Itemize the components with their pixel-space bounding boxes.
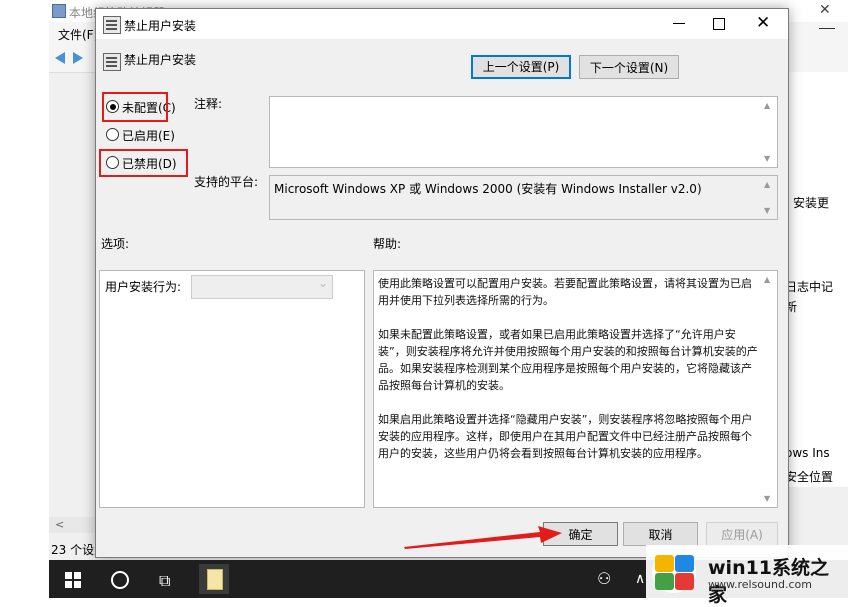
policy-setting-icon xyxy=(103,53,121,71)
help-paragraph: 使用此策略设置可以配置用户安装。若要配置此策略设置，请将其设置为已启用并使用下拉… xyxy=(378,277,752,307)
scroll-up-icon[interactable]: ▲ xyxy=(764,180,770,189)
watermark-url: www.relsound.com xyxy=(708,578,812,591)
back-arrow-icon[interactable] xyxy=(55,52,65,64)
gpedit-close-icon[interactable]: ✕ xyxy=(819,2,831,18)
cancel-button[interactable]: 取消 xyxy=(623,522,698,546)
help-panel: 使用此策略设置可以配置用户安装。若要配置此策略设置，请将其设置为已启用并使用下拉… xyxy=(373,270,778,508)
platform-value: Microsoft Windows XP 或 Windows 2000 (安装有… xyxy=(274,182,702,196)
comment-textarea[interactable]: ▲ ▼ xyxy=(269,96,778,168)
minimize-icon[interactable] xyxy=(673,23,685,24)
list-fragment: ows Ins xyxy=(785,446,830,460)
notepad-app-icon[interactable] xyxy=(199,564,229,594)
highlight-box-disabled xyxy=(99,149,188,177)
maximize-icon[interactable] xyxy=(713,18,725,30)
policy-dialog: 禁止用户安装 ✕ 禁止用户安装 上一个设置(P) 下一个设置(N) 未配置(C)… xyxy=(95,8,789,558)
scroll-up-icon[interactable]: ▲ xyxy=(764,275,770,284)
task-view-icon[interactable]: ⧉ xyxy=(159,571,170,591)
next-setting-button[interactable]: 下一个设置(N) xyxy=(579,55,679,79)
search-icon[interactable] xyxy=(111,571,129,589)
annotation-arrow xyxy=(404,526,562,549)
watermark: win11系统之家 www.relsound.com xyxy=(646,545,848,606)
list-fragment: 安装更 xyxy=(793,196,830,210)
help-paragraph: 如果未配置此策略设置，或者如果已启用此策略设置并选择了“允许用户安装”，则安装程… xyxy=(378,328,758,392)
platform-label: 支持的平台: xyxy=(194,175,259,189)
platform-field: Microsoft Windows XP 或 Windows 2000 (安装有… xyxy=(269,175,778,220)
policy-icon xyxy=(103,16,121,34)
people-icon[interactable]: ⚇ xyxy=(597,569,611,588)
help-label: 帮助: xyxy=(373,237,402,251)
previous-setting-button[interactable]: 上一个设置(P) xyxy=(471,55,571,79)
menu-file[interactable]: 文件(F) xyxy=(58,26,98,43)
scroll-up-icon[interactable]: ▲ xyxy=(764,101,770,110)
gpedit-settings-list: 安装更 日志中记 新 ows Ins 安全位置 xyxy=(784,72,848,487)
help-text: 使用此策略设置可以配置用户安装。若要配置此策略设置，请将其设置为已启用并使用下拉… xyxy=(378,275,762,479)
dialog-title: 禁止用户安装 xyxy=(124,19,197,33)
list-fragment: 日志中记 xyxy=(785,280,834,294)
comment-scrollbar[interactable]: ▲ ▼ xyxy=(760,97,777,167)
help-scrollbar[interactable]: ▲ ▼ xyxy=(760,271,777,507)
options-label: 选项: xyxy=(101,237,130,251)
radio-enabled[interactable] xyxy=(106,128,119,141)
policy-name: 禁止用户安装 xyxy=(124,53,197,67)
watermark-logo xyxy=(652,551,696,593)
platform-scrollbar[interactable]: ▲ ▼ xyxy=(760,176,777,219)
dialog-titlebar: 禁止用户安装 ✕ xyxy=(96,9,788,39)
scroll-left-icon[interactable]: < xyxy=(55,518,64,531)
highlight-box-not-configured xyxy=(102,92,168,122)
apply-button[interactable]: 应用(A) xyxy=(706,522,778,546)
list-fragment: 安全位置 xyxy=(785,470,834,484)
help-paragraph: 如果启用此策略设置并选择“隐藏用户安装”，则安装程序将忽略按照每个用户安装的应用… xyxy=(378,413,753,460)
scroll-down-icon[interactable]: ▼ xyxy=(764,154,770,163)
close-icon[interactable]: ✕ xyxy=(756,13,770,33)
scroll-down-icon[interactable]: ▼ xyxy=(764,206,770,215)
scroll-down-icon[interactable]: ▼ xyxy=(764,494,770,503)
gpedit-app-icon xyxy=(52,4,66,18)
install-behavior-dropdown[interactable] xyxy=(191,275,333,299)
windows-start-icon[interactable] xyxy=(65,572,81,588)
options-panel: 用户安装行为: xyxy=(99,270,365,508)
tray-chevron-up-icon[interactable]: ∧ xyxy=(635,571,645,587)
install-behavior-label: 用户安装行为: xyxy=(105,280,182,294)
forward-arrow-icon[interactable] xyxy=(73,52,83,64)
gpedit-minimize-icon[interactable] xyxy=(819,28,835,29)
comment-label: 注释: xyxy=(194,97,223,111)
radio-enabled-label[interactable]: 已启用(E) xyxy=(122,127,175,144)
